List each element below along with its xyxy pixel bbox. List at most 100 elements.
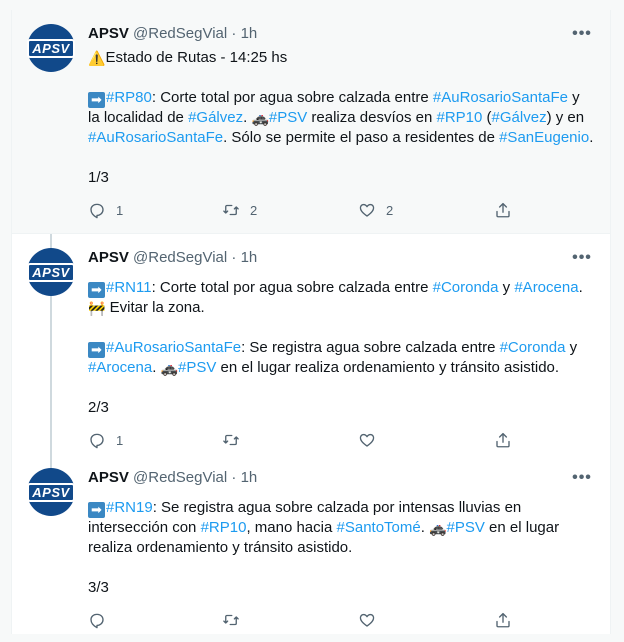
construction-emoji: 🚧 <box>88 300 106 316</box>
reply-button[interactable]: 1 <box>88 200 123 220</box>
separator-dot: · <box>231 25 237 42</box>
share-button[interactable] <box>494 200 512 220</box>
hashtag-link[interactable]: #RP10 <box>201 519 247 536</box>
like-icon <box>359 433 375 447</box>
thread-count: 3/3 <box>88 579 109 596</box>
share-icon <box>496 432 510 448</box>
timestamp[interactable]: 1h <box>241 249 258 266</box>
text-run: , mano hacia <box>246 519 337 536</box>
reply-count: 1 <box>116 432 124 448</box>
hashtag-link[interactable]: #RP10 <box>437 109 483 126</box>
hashtag-link[interactable]: #PSV <box>447 519 485 536</box>
timestamp[interactable]: 1h <box>241 25 258 42</box>
text-run: . <box>578 279 583 296</box>
text-run: . <box>152 359 161 376</box>
like-button[interactable]: 2 <box>358 200 393 220</box>
arrow-right-icon: ➡ <box>88 282 105 298</box>
retweet-button[interactable] <box>222 610 250 630</box>
retweet-icon <box>223 204 239 216</box>
arrow-right-icon: ➡ <box>88 502 105 518</box>
separator-dot: · <box>231 249 237 266</box>
like-count: 2 <box>386 202 394 218</box>
like-icon <box>359 203 375 217</box>
hashtag-link[interactable]: #AuRosarioSantaFe <box>106 339 241 356</box>
text-run: . Sólo se permite el paso a residentes d… <box>223 129 500 146</box>
like-button[interactable] <box>358 430 386 450</box>
thread-count: 1/3 <box>88 169 109 186</box>
reply-button[interactable]: 1 <box>88 430 123 450</box>
action-bar: 1 2 2 <box>88 200 518 220</box>
more-icon[interactable]: ••• <box>570 470 594 491</box>
handle[interactable]: @RedSegVial <box>133 249 227 266</box>
avatar[interactable]: APSV <box>27 248 75 296</box>
hashtag-link[interactable]: #Gálvez <box>188 109 243 126</box>
timeline-thread: APSV APSV @RedSegVial · 1h ••• ⚠️Estado … <box>11 10 611 634</box>
hashtag-link[interactable]: #Coronda <box>433 279 499 296</box>
police-car-emoji: 🚓 <box>160 360 178 376</box>
more-icon[interactable]: ••• <box>570 250 594 271</box>
text-run: realiza desvíos en <box>307 109 437 126</box>
timestamp[interactable]: 1h <box>241 469 258 486</box>
retweet-button[interactable]: 2 <box>222 200 257 220</box>
warning-emoji: ⚠️ <box>88 50 106 66</box>
display-name[interactable]: APSV <box>88 249 129 266</box>
text-run: en el lugar realiza ordenamiento y tráns… <box>216 359 560 376</box>
hashtag-link[interactable]: #AuRosarioSantaFe <box>88 129 223 146</box>
tweet[interactable]: APSV APSV @RedSegVial · 1h ••• ➡ #RN11: C… <box>12 234 610 454</box>
hashtag-link[interactable]: #RN11 <box>106 279 152 296</box>
text-run: y <box>565 339 578 356</box>
tweet-text: ➡ #RN19: Se registra agua sobre calzada p… <box>88 498 594 598</box>
tweet-text: ⚠️Estado de Rutas - 14:25 hs ➡ #RP80: Cor… <box>88 48 594 188</box>
tweet[interactable]: APSV APSV @RedSegVial · 1h ••• ⚠️Estado … <box>12 10 610 233</box>
reply-icon <box>90 433 104 449</box>
action-bar <box>88 610 518 630</box>
avatar-logo: APSV <box>27 38 75 58</box>
arrow-right-icon: ➡ <box>88 342 105 358</box>
handle[interactable]: @RedSegVial <box>133 25 227 42</box>
hashtag-link[interactable]: #Arocena <box>88 359 152 376</box>
display-name[interactable]: APSV <box>88 25 129 42</box>
tweet[interactable]: APSV APSV @RedSegVial · 1h ••• ➡ #RN19: S… <box>12 454 610 634</box>
hashtag-link[interactable]: #PSV <box>269 109 307 126</box>
hashtag-link[interactable]: #Arocena <box>514 279 578 296</box>
retweet-icon <box>223 614 239 626</box>
hashtag-link[interactable]: #Gálvez <box>492 109 547 126</box>
tweet-header: APSV @RedSegVial · 1h <box>88 248 257 268</box>
display-name[interactable]: APSV <box>88 469 129 486</box>
reply-icon <box>90 203 104 219</box>
hashtag-link[interactable]: #PSV <box>178 359 216 376</box>
share-icon <box>496 612 510 628</box>
thread-count: 2/3 <box>88 399 109 416</box>
text-run: Evitar la zona. <box>105 299 205 316</box>
retweet-icon <box>223 434 239 446</box>
status-line: Estado de Rutas - 14:25 hs <box>105 49 288 66</box>
avatar-logo: APSV <box>27 262 75 282</box>
share-button[interactable] <box>494 610 512 630</box>
reply-icon <box>90 613 104 629</box>
hashtag-link[interactable]: #RN19 <box>106 499 153 516</box>
text-run: . <box>243 109 252 126</box>
tweet-header: APSV @RedSegVial · 1h <box>88 24 257 44</box>
separator-dot: · <box>231 469 237 486</box>
like-icon <box>359 613 375 627</box>
like-button[interactable] <box>358 610 386 630</box>
tweet-header: APSV @RedSegVial · 1h <box>88 468 257 488</box>
text-run: ( <box>482 109 492 126</box>
text-run: : Se registra agua sobre calzada entre <box>241 339 500 356</box>
avatar[interactable]: APSV <box>27 24 75 72</box>
more-icon[interactable]: ••• <box>570 26 594 47</box>
reply-button[interactable] <box>88 610 116 630</box>
handle[interactable]: @RedSegVial <box>133 469 227 486</box>
hashtag-link[interactable]: #SanEugenio <box>499 129 589 146</box>
share-button[interactable] <box>494 430 512 450</box>
reply-count: 1 <box>116 202 124 218</box>
retweet-button[interactable] <box>222 430 250 450</box>
avatar[interactable]: APSV <box>27 468 75 516</box>
hashtag-link[interactable]: #RP80 <box>106 89 152 106</box>
hashtag-link[interactable]: #AuRosarioSantaFe <box>433 89 568 106</box>
retweet-count: 2 <box>250 202 258 218</box>
hashtag-link[interactable]: #Coronda <box>500 339 566 356</box>
hashtag-link[interactable]: #SantoTomé <box>337 519 421 536</box>
police-car-emoji: 🚓 <box>429 520 447 536</box>
text-run: : Corte total por agua sobre calzada ent… <box>151 279 433 296</box>
